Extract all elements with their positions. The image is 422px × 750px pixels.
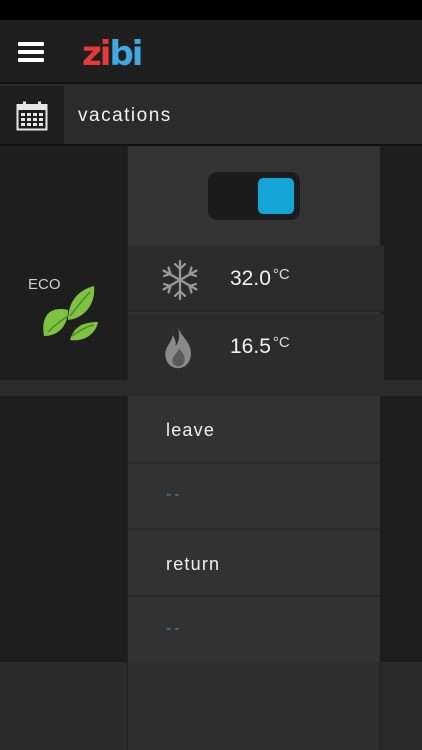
page-title: vacations — [78, 105, 172, 126]
logo-text-part2: bi — [109, 34, 143, 74]
calendar-button[interactable] — [0, 86, 64, 144]
menu-line — [18, 42, 44, 46]
separator — [128, 462, 380, 464]
bottom-center-area — [127, 662, 380, 750]
cooling-setpoint-row[interactable]: 32.0 °C — [128, 246, 384, 312]
heating-temperature-unit: °C — [272, 334, 290, 351]
eco-panel: ECO — [0, 146, 127, 662]
heating-setpoint-row[interactable]: 16.5 °C — [128, 314, 384, 380]
calendar-icon — [16, 101, 48, 131]
app-header: zibi — [0, 20, 422, 84]
app-logo: zibi — [82, 34, 146, 74]
return-date-value[interactable]: -- — [166, 620, 183, 638]
toggle-knob — [258, 178, 294, 214]
leave-label: leave — [166, 420, 216, 440]
right-panel — [380, 146, 422, 662]
status-bar — [0, 0, 422, 20]
section-divider — [0, 380, 422, 396]
heating-temperature-value: 16.5 — [230, 335, 271, 358]
menu-line — [18, 50, 44, 54]
cooling-temperature-unit: °C — [272, 266, 290, 283]
cooling-temperature: 32.0 °C — [230, 266, 290, 291]
return-label: return — [166, 554, 221, 574]
menu-line — [18, 58, 44, 62]
separator — [128, 528, 380, 530]
snowflake-icon — [162, 259, 198, 301]
vacation-toggle[interactable] — [208, 172, 300, 220]
title-bar: vacations — [0, 86, 422, 146]
leaf-icon[interactable] — [38, 276, 100, 342]
heating-temperature: 16.5 °C — [230, 334, 290, 359]
flame-icon — [165, 327, 191, 369]
menu-button[interactable] — [16, 40, 46, 66]
separator — [128, 595, 380, 597]
logo-text-part1: zi — [82, 34, 111, 74]
leave-date-value[interactable]: -- — [166, 486, 183, 504]
dates-panel: leave -- return -- — [127, 396, 380, 662]
cooling-temperature-value: 32.0 — [230, 267, 271, 290]
